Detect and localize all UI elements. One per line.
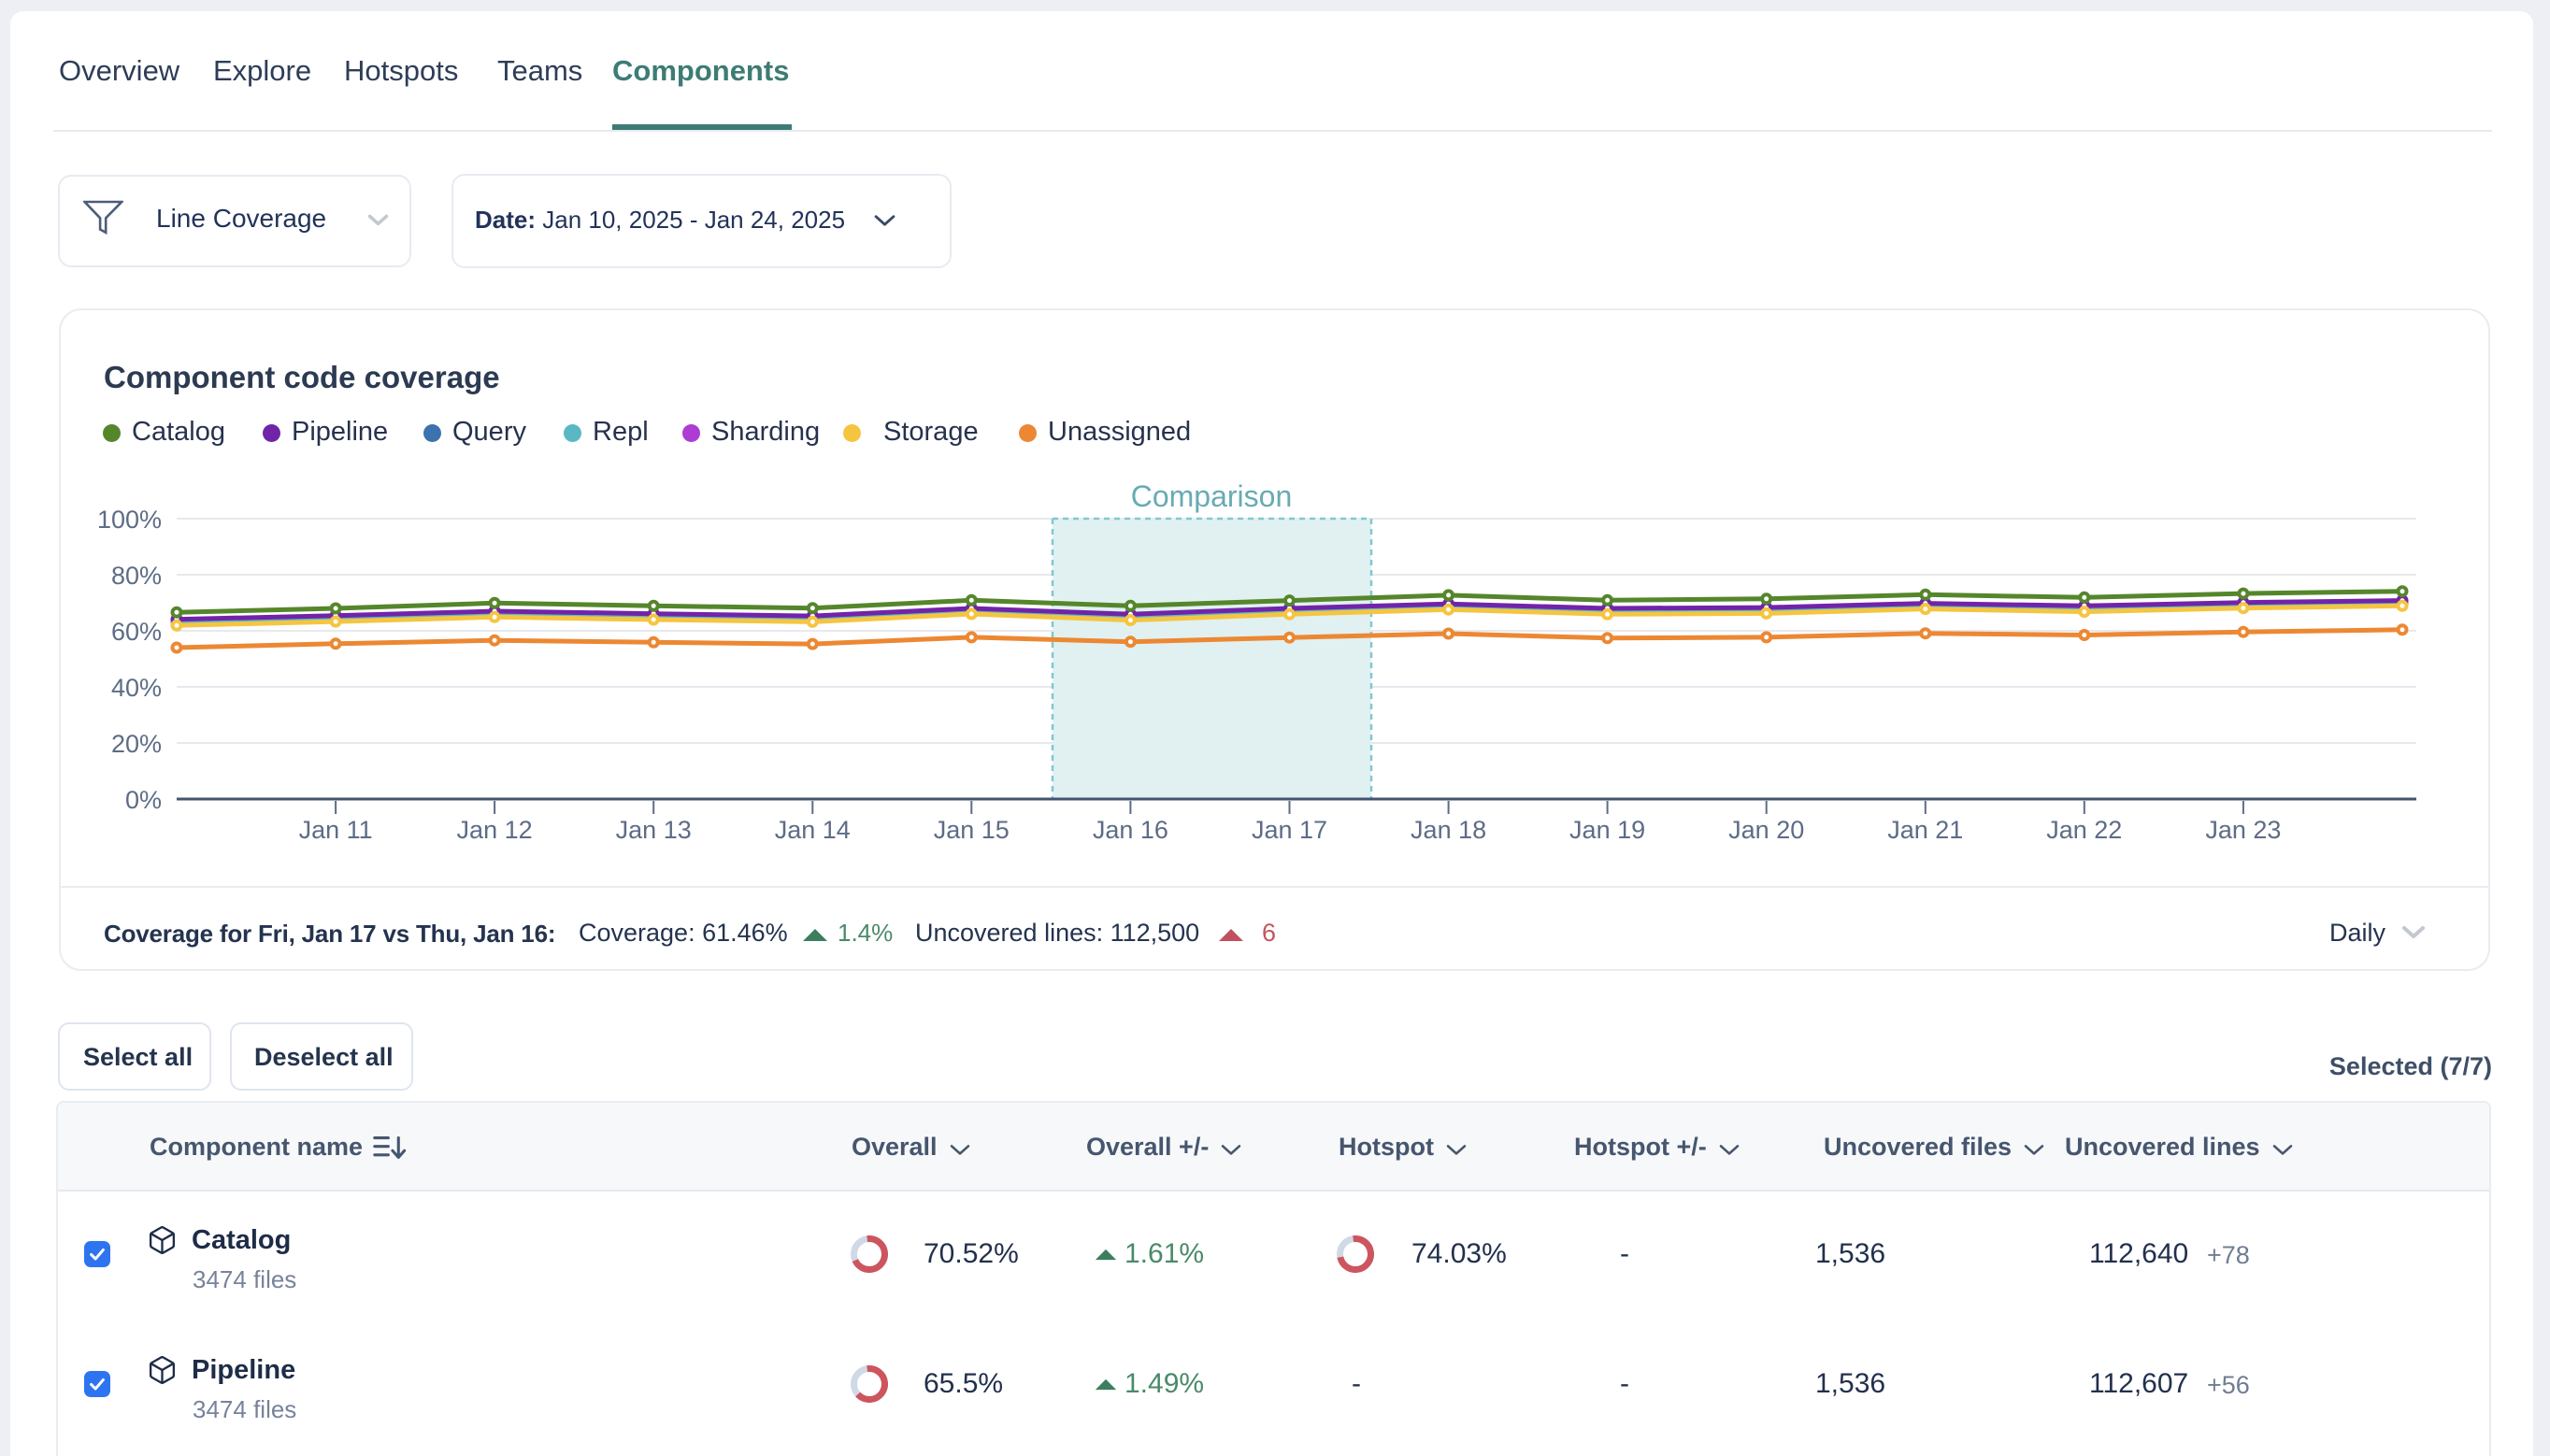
svg-text:100%: 100% bbox=[97, 506, 162, 534]
svg-text:Jan 18: Jan 18 bbox=[1411, 816, 1486, 844]
svg-text:0%: 0% bbox=[125, 786, 162, 814]
svg-text:20%: 20% bbox=[111, 730, 162, 758]
svg-text:40%: 40% bbox=[111, 674, 162, 702]
svg-text:Jan 19: Jan 19 bbox=[1569, 816, 1645, 844]
svg-text:Comparison: Comparison bbox=[1131, 479, 1293, 513]
svg-text:Jan 17: Jan 17 bbox=[1252, 816, 1327, 844]
svg-text:60%: 60% bbox=[111, 618, 162, 646]
svg-text:Jan 21: Jan 21 bbox=[1887, 816, 1963, 844]
svg-text:Jan 22: Jan 22 bbox=[2046, 816, 2122, 844]
svg-text:Jan 14: Jan 14 bbox=[775, 816, 851, 844]
svg-text:Jan 15: Jan 15 bbox=[934, 816, 1010, 844]
svg-text:Jan 12: Jan 12 bbox=[457, 816, 533, 844]
svg-text:Jan 20: Jan 20 bbox=[1728, 816, 1804, 844]
svg-text:Jan 11: Jan 11 bbox=[299, 816, 373, 844]
svg-text:Jan 23: Jan 23 bbox=[2205, 816, 2281, 844]
svg-text:80%: 80% bbox=[111, 562, 162, 590]
svg-text:Jan 13: Jan 13 bbox=[616, 816, 692, 844]
svg-text:Jan 16: Jan 16 bbox=[1093, 816, 1168, 844]
